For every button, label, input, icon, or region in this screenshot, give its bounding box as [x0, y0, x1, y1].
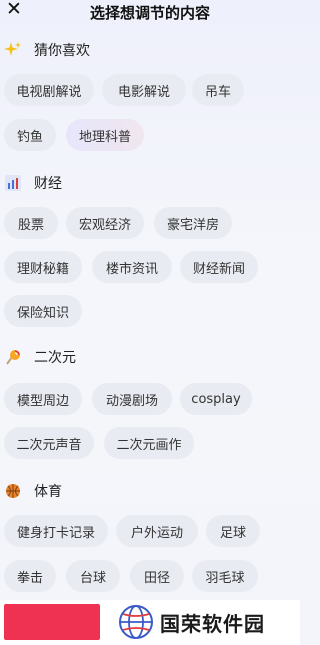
chip-stocks[interactable]: 股票 [4, 207, 58, 239]
chip-finance-tips[interactable]: 理财秘籍 [4, 251, 82, 283]
page-title: 选择想调节的内容 [89, 4, 210, 22]
chip-crane[interactable]: 吊车 [192, 74, 244, 106]
chip-anime-theater[interactable]: 动漫剧场 [92, 383, 172, 415]
header: ✕ 选择想调节的内容 [0, 0, 300, 22]
watermark-text: 国荣软件园 [160, 612, 265, 636]
section-header: 二次元 [0, 345, 300, 369]
chip-insurance[interactable]: 保险知识 [4, 295, 82, 327]
section-header: 体育 [0, 479, 300, 503]
chip-outdoor-sports[interactable]: 户外运动 [116, 515, 198, 547]
chip-model-merch[interactable]: 模型周边 [4, 383, 82, 415]
section-guess-you-like: 猜你喜欢 [0, 38, 300, 62]
chip-anime-voice[interactable]: 二次元声音 [4, 427, 94, 459]
section-title: 猜你喜欢 [34, 43, 90, 59]
chip-finance-news[interactable]: 财经新闻 [180, 251, 258, 283]
chip-anime-art[interactable]: 二次元画作 [104, 427, 194, 459]
chip-macro-economy[interactable]: 宏观经济 [66, 207, 144, 239]
section-title: 二次元 [34, 350, 76, 366]
section-anime: 二次元 [0, 345, 300, 369]
chip-luxury-homes[interactable]: 豪宅洋房 [154, 207, 232, 239]
chip-tv-commentary[interactable]: 电视剧解说 [4, 74, 94, 106]
chip-boxing[interactable]: 拳击 [4, 560, 56, 592]
section-title: 体育 [34, 484, 62, 500]
section-header: 财经 [0, 171, 300, 195]
chip-football[interactable]: 足球 [206, 515, 260, 547]
confirm-button[interactable] [4, 604, 100, 640]
section-finance: 财经 [0, 171, 300, 195]
chip-property-news[interactable]: 楼市资讯 [92, 251, 172, 283]
lollipop-icon [4, 348, 22, 366]
section-sports: 体育 [0, 479, 300, 503]
chip-billiards[interactable]: 台球 [66, 560, 120, 592]
globe-logo-icon [118, 604, 154, 640]
bottom-bar: 国荣软件园 [0, 600, 300, 645]
chip-fishing[interactable]: 钓鱼 [4, 119, 56, 151]
chip-geography-selected[interactable]: 地理科普 [66, 119, 144, 151]
section-header: 猜你喜欢 [0, 38, 300, 62]
chip-movie-commentary[interactable]: 电影解说 [102, 74, 186, 106]
bar-chart-icon [4, 174, 22, 192]
chip-athletics[interactable]: 田径 [130, 560, 184, 592]
chip-fitness-log[interactable]: 健身打卡记录 [4, 515, 108, 547]
chip-cosplay[interactable]: cosplay [180, 383, 252, 415]
section-title: 财经 [34, 176, 62, 192]
chip-badminton[interactable]: 羽毛球 [192, 560, 258, 592]
sparkles-icon [4, 41, 22, 59]
basketball-icon [4, 482, 22, 500]
